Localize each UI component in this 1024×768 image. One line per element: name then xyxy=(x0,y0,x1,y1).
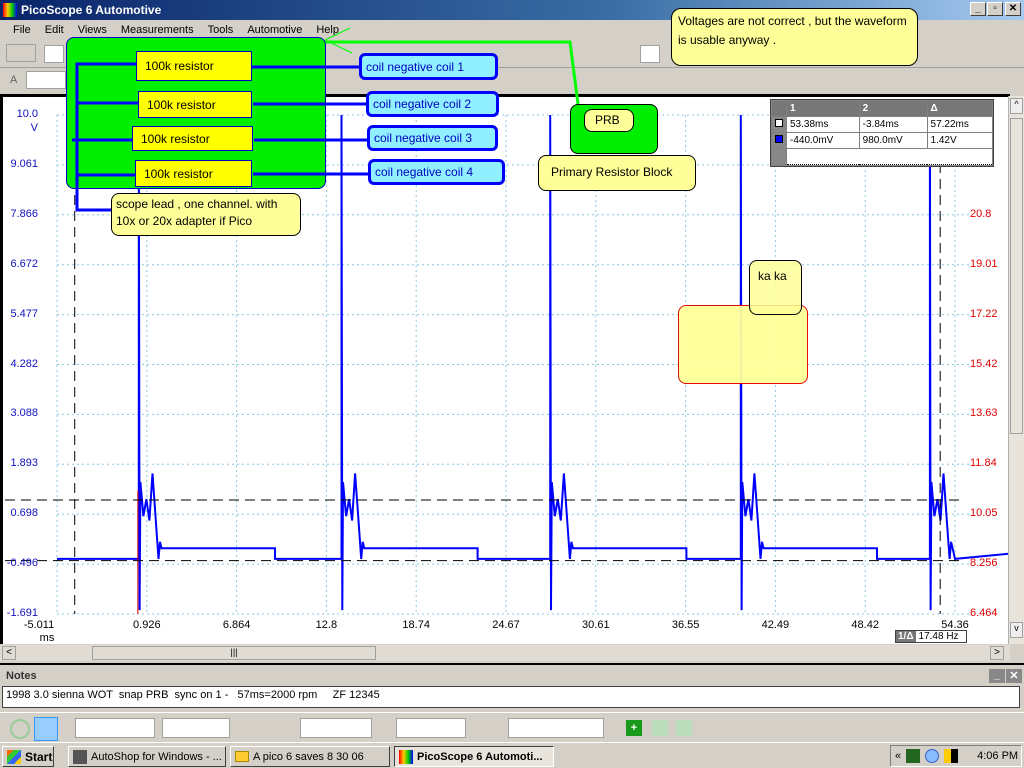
measure-icon[interactable] xyxy=(676,720,692,736)
notes-close-button[interactable]: ✕ xyxy=(1006,669,1022,683)
stop-capture-icon[interactable] xyxy=(34,717,58,741)
y-tick-label-right: 17.22 xyxy=(970,307,998,320)
x-axis-unit: ms xyxy=(39,632,55,644)
task-label: PicoScope 6 Automoti... xyxy=(417,750,543,763)
x-tick-label: 42.49 xyxy=(761,619,790,631)
task-label: A pico 6 saves 8 30 06 xyxy=(253,750,364,763)
y-tick-label-left: 0.698 xyxy=(10,507,38,520)
windows-logo-icon xyxy=(7,749,21,764)
y-tick-label-left: 4.282 xyxy=(10,357,38,370)
scope-lead-note: scope lead , one channel. with 10x or 20… xyxy=(111,193,301,236)
network-meter-icon[interactable] xyxy=(906,749,921,763)
scroll-right-button[interactable]: > xyxy=(990,646,1004,660)
gauge-icon[interactable] xyxy=(925,749,940,763)
tray-app-icon[interactable] xyxy=(944,749,959,763)
system-tray: « 4:06 PM xyxy=(890,745,1022,767)
start-button[interactable]: Start xyxy=(2,746,54,767)
coil-4: coil negative coil 4 xyxy=(368,159,505,185)
voltages-note: Voltages are not correct , but the wavef… xyxy=(671,8,918,66)
task-picoscope[interactable]: PicoScope 6 Automoti... xyxy=(394,746,554,767)
x-tick-label: 12.8 xyxy=(315,619,338,631)
x-tick-label: 36.55 xyxy=(671,619,700,631)
clock: 4:06 PM xyxy=(977,750,1019,762)
pretrigger-field[interactable] xyxy=(508,718,604,738)
coil-3: coil negative coil 3 xyxy=(367,125,498,151)
horizontal-scroll-thumb[interactable]: ||| xyxy=(92,646,376,660)
y-tick-label-right: 10.05 xyxy=(970,507,998,520)
folder-icon xyxy=(235,751,249,762)
scroll-down-button[interactable]: v xyxy=(1010,622,1023,638)
y-tick-label-left: -0.496 xyxy=(6,557,38,570)
scroll-left-button[interactable]: < xyxy=(2,646,16,660)
x-tick-label: 0.926 xyxy=(133,619,161,631)
start-capture-icon[interactable] xyxy=(10,719,30,739)
resistor-1: 100k resistor xyxy=(136,51,252,81)
y-tick-label-left: -1.691 xyxy=(6,607,38,619)
trigger-field[interactable] xyxy=(300,718,372,738)
task-folder[interactable]: A pico 6 saves 8 30 06 xyxy=(230,746,390,767)
highlight-box xyxy=(678,305,808,384)
x-tick-label: 30.61 xyxy=(582,619,610,631)
start-label: Start xyxy=(25,749,53,764)
notes-minimize-button[interactable]: _ xyxy=(989,669,1005,683)
trigger-level-field[interactable] xyxy=(396,718,466,738)
y-tick-label-right: 6.464 xyxy=(970,607,998,619)
y-tick-label-right: 8.256 xyxy=(970,557,998,570)
task-label: AutoShop for Windows - ... xyxy=(91,750,222,763)
frequency-readout: 1/Δ 17.48 Hz xyxy=(895,630,967,643)
prb-label: PRB xyxy=(584,109,634,132)
samples-select[interactable] xyxy=(162,718,230,738)
task-autoshop[interactable]: AutoShop for Windows - ... xyxy=(68,746,226,767)
primary-resistor-block-label: Primary Resistor Block xyxy=(538,155,696,191)
frequency-label: 1/Δ xyxy=(896,631,916,642)
kaka-note: ka ka xyxy=(749,260,802,315)
autoshop-icon xyxy=(73,749,87,764)
taskbar: Start AutoShop for Windows - ... A pico … xyxy=(0,742,1024,768)
notes-title: Notes xyxy=(6,670,37,682)
picoscope-icon xyxy=(399,749,413,764)
x-tick-label: 48.42 xyxy=(851,619,879,631)
y-tick-label-right: 13.63 xyxy=(970,407,998,420)
y-tick-label-left: 1.893 xyxy=(10,457,38,470)
y-tick-label-right: 11.84 xyxy=(970,457,997,470)
y-tick-label-left: 5.477 xyxy=(10,307,38,320)
y-tick-label-right: 15.42 xyxy=(970,357,998,370)
x-tick-label: 24.67 xyxy=(492,619,520,631)
resistor-4: 100k resistor xyxy=(135,160,252,187)
ruler-icon[interactable] xyxy=(652,720,668,736)
resistor-2: 100k resistor xyxy=(138,91,252,118)
coil-2: coil negative coil 2 xyxy=(366,91,499,117)
notes-text-field[interactable]: 1998 3.0 sienna WOT snap PRB sync on 1 -… xyxy=(2,686,1020,708)
timebase-select[interactable] xyxy=(75,718,155,738)
horizontal-scrollbar[interactable]: < ||| > xyxy=(0,645,1010,661)
y-tick-label-left: 3.088 xyxy=(10,407,38,420)
add-icon[interactable]: + xyxy=(626,720,642,736)
x-tick-label: -5.011 xyxy=(23,619,55,631)
x-tick-label: 18.74 xyxy=(402,619,430,631)
bottom-toolbar: + xyxy=(0,712,1024,742)
tray-expand-button[interactable]: « xyxy=(895,750,901,762)
coil-1: coil negative coil 1 xyxy=(359,53,498,80)
frequency-value: 17.48 Hz xyxy=(918,631,959,642)
resistor-3: 100k resistor xyxy=(132,126,253,151)
x-tick-label: 6.864 xyxy=(222,619,251,631)
